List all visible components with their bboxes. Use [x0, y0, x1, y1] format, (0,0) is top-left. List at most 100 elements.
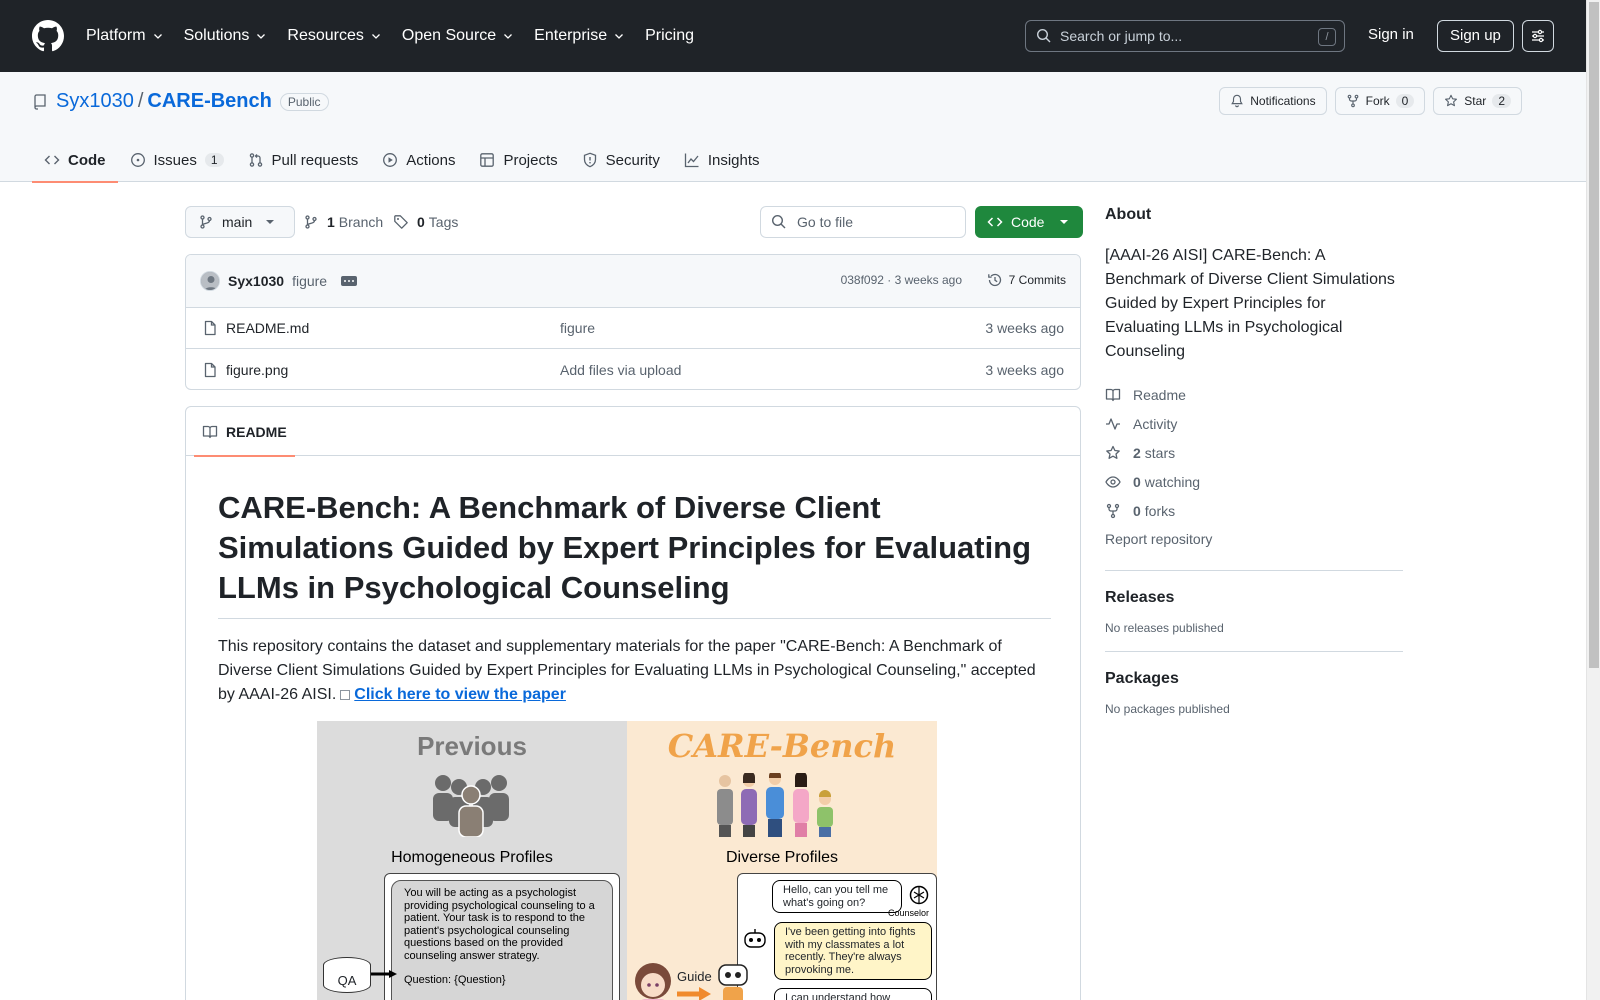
prompt-text: You will be acting as a psychologist pro…	[404, 887, 595, 962]
nav-enterprise[interactable]: Enterprise	[534, 27, 625, 45]
stars-label: stars	[1144, 444, 1176, 461]
commit-author-link[interactable]: Syx1030	[228, 273, 284, 289]
table-row[interactable]: figure.png Add files via upload 3 weeks …	[186, 349, 1080, 389]
file-list: Syx1030 figure 038f092 · 3 weeks ago 7 C…	[185, 254, 1081, 390]
chat-mockup: Hello, can you tell me what's going on? …	[737, 873, 937, 1000]
tab-pull-requests[interactable]: Pull requests	[236, 138, 371, 182]
chevron-down-icon	[615, 34, 624, 39]
tab-security[interactable]: Security	[570, 138, 672, 182]
file-name-link[interactable]: figure.png	[226, 362, 288, 378]
nav-platform-label: Platform	[86, 27, 146, 44]
readme-heading: CARE-Bench: A Benchmark of Diverse Clien…	[218, 488, 1051, 619]
commit-hash-time[interactable]: 038f092 · 3 weeks ago	[841, 273, 962, 287]
global-header: Platform Solutions Resources Open Source…	[0, 0, 1586, 72]
tab-insights[interactable]: Insights	[672, 138, 772, 182]
repo-name-link[interactable]: CARE-Bench	[147, 90, 271, 113]
file-name-link[interactable]: README.md	[226, 320, 309, 336]
file-navigation: main 1 Branch 0 Tags Go to file Code	[185, 206, 1083, 239]
paper-link[interactable]: Click here to view the paper	[354, 686, 566, 703]
watching-count: 0	[1133, 473, 1141, 490]
tab-code-label: Code	[68, 151, 106, 169]
file-commit-time: 3 weeks ago	[985, 320, 1064, 336]
file-icon	[204, 362, 216, 377]
page-scrollbar[interactable]	[1586, 0, 1600, 1000]
go-to-file-input[interactable]: Go to file	[760, 206, 966, 238]
commits-history-link[interactable]: 7 Commits	[987, 272, 1066, 288]
star-button[interactable]: Star 2	[1433, 87, 1522, 115]
avatar[interactable]	[200, 271, 220, 291]
branches-link[interactable]: 1 Branch	[303, 214, 383, 230]
tab-readme[interactable]: README	[194, 407, 295, 457]
branch-count: 1	[327, 214, 335, 230]
nav-resources[interactable]: Resources	[287, 27, 381, 45]
packages-heading[interactable]: Packages	[1105, 670, 1403, 688]
tab-projects[interactable]: Projects	[467, 138, 569, 182]
history-icon	[987, 273, 1001, 287]
tags-link[interactable]: 0 Tags	[393, 214, 458, 230]
shield-icon	[583, 152, 596, 168]
table-row[interactable]: README.md figure 3 weeks ago	[186, 308, 1080, 349]
star-count: 2	[1492, 94, 1511, 108]
ellipsis-icon[interactable]	[341, 276, 358, 286]
file-commit-message[interactable]: Add files via upload	[560, 362, 681, 378]
chevron-down-icon	[371, 34, 380, 39]
file-commit-time: 3 weeks ago	[985, 361, 1064, 378]
issues-count: 1	[204, 153, 224, 167]
notifications-button[interactable]: Notifications	[1219, 87, 1327, 115]
branch-selector[interactable]: main	[185, 206, 296, 238]
table-icon	[480, 153, 495, 167]
counselor-label: Counselor	[888, 908, 930, 918]
releases-heading[interactable]: Releases	[1105, 589, 1403, 607]
forks-label: forks	[1144, 502, 1176, 519]
nav-pricing[interactable]: Pricing	[645, 27, 694, 45]
nav-solutions[interactable]: Solutions	[184, 27, 268, 45]
search-shortcut-key: /	[1318, 28, 1336, 46]
fork-label: Fork	[1365, 94, 1390, 108]
branch-icon	[200, 215, 212, 229]
nav-platform[interactable]: Platform	[86, 27, 164, 45]
nav-open-source[interactable]: Open Source	[402, 27, 514, 45]
readme-tabbar: README	[186, 407, 1080, 457]
global-search-input[interactable]: Search or jump to... /	[1025, 20, 1345, 52]
search-placeholder: Search or jump to...	[1060, 28, 1183, 44]
code-dropdown-button[interactable]: Code	[975, 206, 1083, 238]
readme-body: CARE-Bench: A Benchmark of Diverse Clien…	[186, 456, 1080, 739]
forks-link[interactable]: 0 forks	[1105, 496, 1403, 525]
readme-link[interactable]: Readme	[1105, 380, 1403, 409]
activity-link[interactable]: Activity	[1105, 409, 1403, 438]
repo-owner-link[interactable]: Syx1030	[56, 90, 134, 113]
settings-menu-button[interactable]	[1522, 20, 1554, 52]
commit-message-link[interactable]: figure	[292, 273, 327, 289]
diverse-people-icon	[717, 773, 833, 837]
github-logo-icon[interactable]	[32, 20, 64, 52]
watching-link[interactable]: 0 watching	[1105, 467, 1403, 496]
scrollbar-thumb[interactable]	[1589, 2, 1599, 668]
fork-count: 0	[1395, 94, 1415, 108]
chat-bubble-counselor: Hello, can you tell me what's going on?	[772, 880, 902, 913]
global-nav: Platform Solutions Resources Open Source…	[86, 27, 714, 45]
chevron-down-icon	[153, 34, 162, 39]
stars-link[interactable]: 2 stars	[1105, 438, 1403, 467]
readme-link-label: Readme	[1133, 386, 1186, 403]
fork-icon	[1347, 94, 1358, 108]
readme-tab-label: README	[226, 423, 287, 440]
activity-link-label: Activity	[1133, 415, 1178, 432]
tab-actions-label: Actions	[406, 151, 456, 169]
figure-right-title: CARE-Bench	[667, 727, 897, 765]
report-repository-link[interactable]: Report repository	[1105, 525, 1403, 554]
figure-right-subtitle: Diverse Profiles	[725, 849, 839, 866]
tab-code[interactable]: Code	[32, 138, 118, 183]
branch-icon	[305, 215, 317, 229]
sign-up-button[interactable]: Sign up	[1437, 20, 1514, 52]
code-icon	[987, 217, 1003, 227]
file-icon	[204, 320, 216, 336]
bell-icon	[1231, 94, 1244, 108]
fork-button[interactable]: Fork 0	[1334, 87, 1426, 115]
tab-issues[interactable]: Issues 1	[118, 138, 236, 182]
sign-in-link[interactable]: Sign in	[1368, 26, 1414, 43]
file-commit-message[interactable]: figure	[560, 320, 595, 336]
graph-icon	[684, 153, 699, 168]
tab-actions[interactable]: Actions	[370, 138, 467, 182]
repo-title-separator: /	[137, 90, 144, 112]
fork-icon	[1106, 503, 1120, 518]
